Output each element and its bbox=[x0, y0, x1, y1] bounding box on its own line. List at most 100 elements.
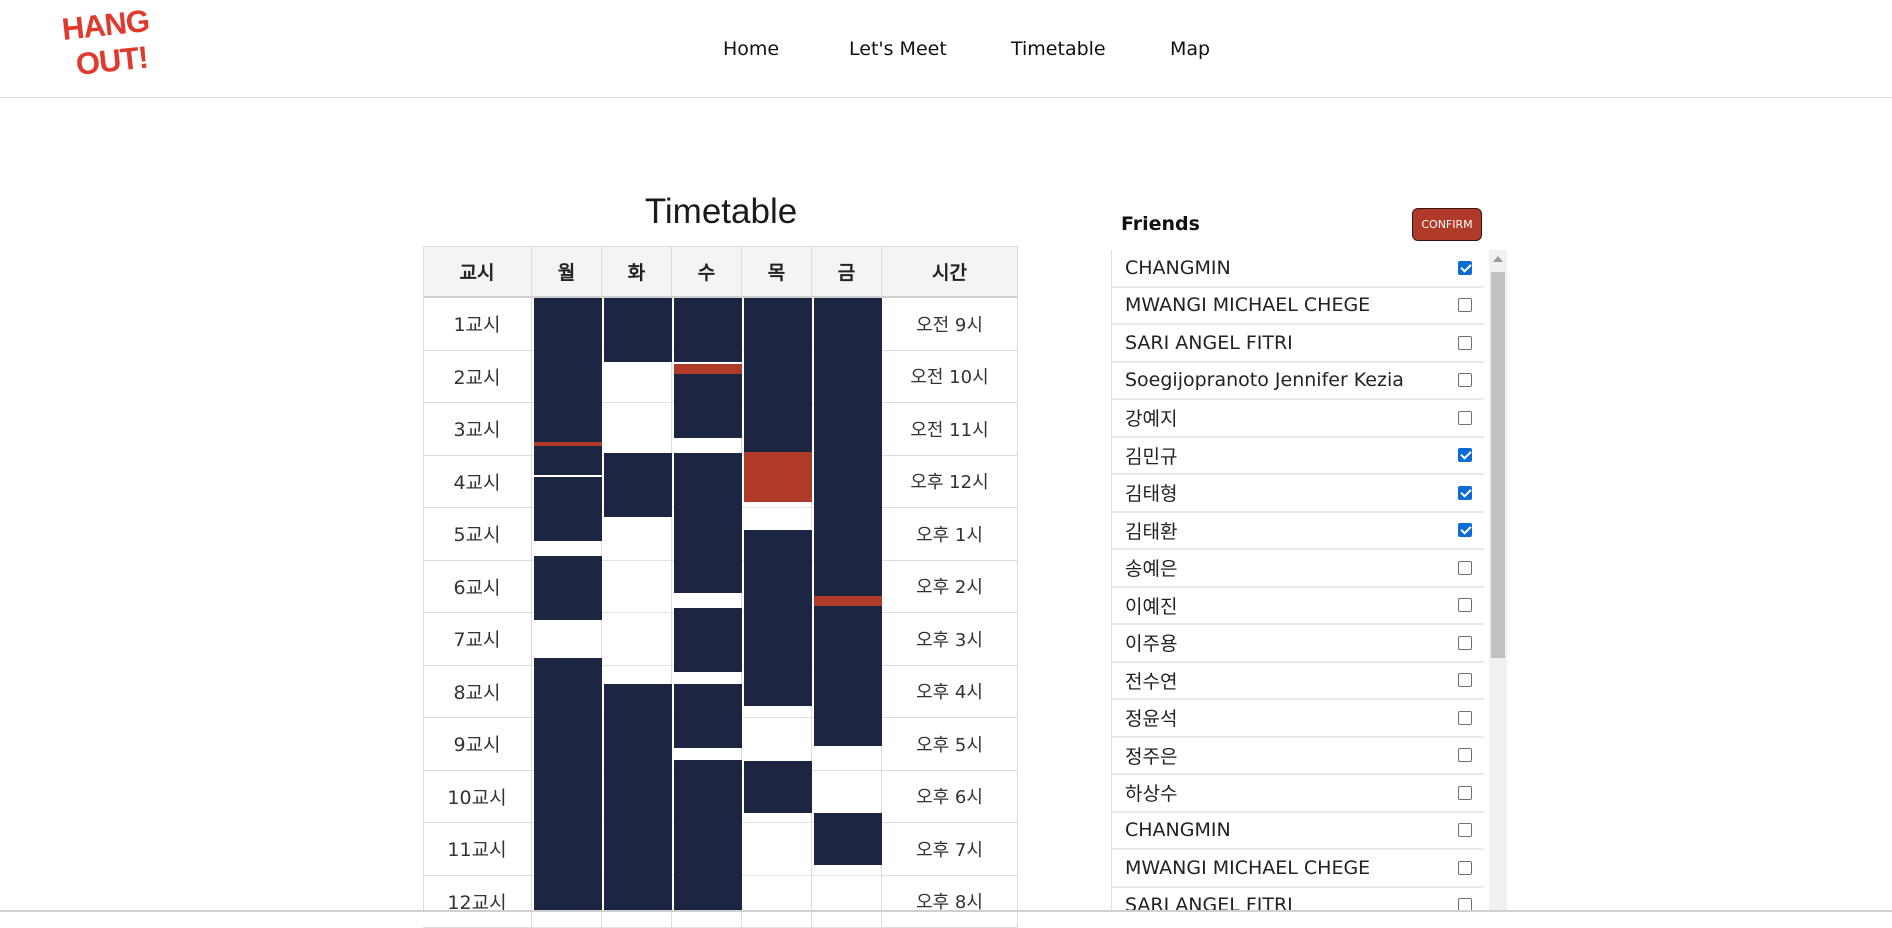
friend-checkbox[interactable] bbox=[1458, 373, 1472, 387]
friend-checkbox[interactable] bbox=[1458, 636, 1472, 650]
friends-list[interactable]: CHANGMIN MWANGI MICHAEL CHEGE SARI ANGEL F… bbox=[1111, 250, 1487, 912]
friend-row[interactable]: CHANGMIN bbox=[1112, 250, 1484, 288]
timetable-slot[interactable] bbox=[602, 403, 672, 456]
friend-row[interactable]: CHANGMIN bbox=[1112, 813, 1484, 851]
busy-block bbox=[604, 298, 672, 362]
friend-row[interactable]: MWANGI MICHAEL CHEGE bbox=[1112, 850, 1484, 888]
timetable-slot[interactable] bbox=[742, 876, 812, 928]
friend-checkbox[interactable] bbox=[1458, 673, 1472, 687]
period-label: 3교시 bbox=[423, 403, 532, 456]
friends-title: Friends bbox=[1121, 213, 1200, 235]
busy-block bbox=[674, 760, 742, 912]
friend-row[interactable]: SARI ANGEL FITRI bbox=[1112, 325, 1484, 363]
friend-name: CHANGMIN bbox=[1125, 257, 1231, 279]
friend-name: 이예진 bbox=[1125, 592, 1177, 619]
friend-checkbox[interactable] bbox=[1458, 561, 1472, 575]
friend-name: 강예지 bbox=[1125, 404, 1177, 431]
friend-name: 이주용 bbox=[1125, 629, 1177, 656]
friend-name: 김태환 bbox=[1125, 517, 1177, 544]
friend-name: 정윤석 bbox=[1125, 704, 1177, 731]
friend-checkbox[interactable] bbox=[1458, 598, 1472, 612]
time-label: 오후 7시 bbox=[882, 823, 1018, 876]
hangout-logo[interactable]: HANG OUT! bbox=[62, 12, 146, 90]
busy-block bbox=[674, 608, 742, 672]
friend-row[interactable]: MWANGI MICHAEL CHEGE bbox=[1112, 288, 1484, 326]
friend-checkbox[interactable] bbox=[1458, 711, 1472, 725]
friend-row[interactable]: Soegijopranoto Jennifer Kezia bbox=[1112, 363, 1484, 401]
nav-map-link[interactable]: Map bbox=[1170, 38, 1210, 60]
time-label: 오후 2시 bbox=[882, 561, 1018, 614]
timetable-slot[interactable] bbox=[742, 823, 812, 876]
period-label: 7교시 bbox=[423, 613, 532, 666]
busy-block bbox=[814, 298, 882, 746]
timetable-title: Timetable bbox=[423, 192, 1019, 232]
timetable-header-cell: 금 bbox=[812, 246, 882, 298]
time-label: 오후 5시 bbox=[882, 718, 1018, 771]
timetable-header-cell: 목 bbox=[742, 246, 812, 298]
friend-row[interactable]: 강예지 bbox=[1112, 400, 1484, 438]
friend-checkbox[interactable] bbox=[1458, 298, 1472, 312]
friend-checkbox[interactable] bbox=[1458, 523, 1472, 537]
friend-row[interactable]: 송예은 bbox=[1112, 550, 1484, 588]
friend-row[interactable]: 전수연 bbox=[1112, 663, 1484, 701]
time-label: 오후 3시 bbox=[882, 613, 1018, 666]
timetable-border bbox=[423, 246, 1018, 247]
time-label: 오후 4시 bbox=[882, 666, 1018, 719]
busy-block bbox=[604, 684, 672, 912]
friend-checkbox[interactable] bbox=[1458, 448, 1472, 462]
friend-row[interactable]: 정주은 bbox=[1112, 738, 1484, 776]
busy-block bbox=[534, 298, 602, 475]
friend-row[interactable]: 정윤석 bbox=[1112, 700, 1484, 738]
friend-row[interactable]: 이예진 bbox=[1112, 588, 1484, 626]
timetable-slot[interactable] bbox=[602, 561, 672, 614]
friend-row[interactable]: 김태형 bbox=[1112, 475, 1484, 513]
busy-block bbox=[534, 477, 602, 541]
busy-block bbox=[674, 453, 742, 593]
friend-row[interactable]: 김태환 bbox=[1112, 513, 1484, 551]
friends-scrollbar-thumb[interactable] bbox=[1491, 272, 1505, 658]
friend-name: 김태형 bbox=[1125, 479, 1177, 506]
nav-lets-meet-link[interactable]: Let's Meet bbox=[849, 38, 947, 60]
busy-block bbox=[674, 298, 742, 362]
confirm-button[interactable]: CONFIRM bbox=[1412, 208, 1482, 241]
timetable-header-cell: 화 bbox=[602, 246, 672, 298]
friend-name: MWANGI MICHAEL CHEGE bbox=[1125, 857, 1370, 879]
nav-home-link[interactable]: Home bbox=[723, 38, 779, 60]
friend-row[interactable]: SARI ANGEL FITRI bbox=[1112, 888, 1484, 913]
busy-block bbox=[674, 374, 742, 438]
friend-row[interactable]: 하상수 bbox=[1112, 775, 1484, 813]
overlap-marker bbox=[534, 442, 602, 446]
friend-name: 전수연 bbox=[1125, 667, 1177, 694]
friend-checkbox[interactable] bbox=[1458, 486, 1472, 500]
period-label: 12교시 bbox=[423, 876, 532, 928]
busy-block bbox=[604, 453, 672, 517]
timetable-slot[interactable] bbox=[812, 876, 882, 928]
period-label: 1교시 bbox=[423, 298, 532, 351]
scroll-up-arrow-icon[interactable] bbox=[1493, 256, 1503, 262]
busy-block bbox=[744, 298, 812, 452]
friend-name: 정주은 bbox=[1125, 742, 1177, 769]
friend-row[interactable]: 이주용 bbox=[1112, 625, 1484, 663]
period-label: 10교시 bbox=[423, 771, 532, 824]
friend-checkbox[interactable] bbox=[1458, 861, 1472, 875]
friend-checkbox[interactable] bbox=[1458, 261, 1472, 275]
timetable-slot[interactable] bbox=[602, 613, 672, 666]
overlap-marker bbox=[744, 452, 812, 502]
friend-checkbox[interactable] bbox=[1458, 336, 1472, 350]
friend-checkbox[interactable] bbox=[1458, 748, 1472, 762]
period-label: 4교시 bbox=[423, 456, 532, 509]
friend-name: MWANGI MICHAEL CHEGE bbox=[1125, 294, 1370, 316]
timetable-header-cell: 시간 bbox=[882, 246, 1018, 298]
friend-checkbox[interactable] bbox=[1458, 823, 1472, 837]
timetable-header-cell: 수 bbox=[672, 246, 742, 298]
time-label: 오후 12시 bbox=[882, 456, 1018, 509]
friend-name: 김민규 bbox=[1125, 442, 1177, 469]
friend-name: 송예은 bbox=[1125, 554, 1177, 581]
friend-row[interactable]: 김민규 bbox=[1112, 438, 1484, 476]
time-label: 오전 11시 bbox=[882, 403, 1018, 456]
nav-timetable-link[interactable]: Timetable bbox=[1011, 38, 1106, 60]
friend-checkbox[interactable] bbox=[1458, 411, 1472, 425]
time-label: 오후 1시 bbox=[882, 508, 1018, 561]
overlap-marker bbox=[814, 596, 882, 606]
friend-checkbox[interactable] bbox=[1458, 786, 1472, 800]
